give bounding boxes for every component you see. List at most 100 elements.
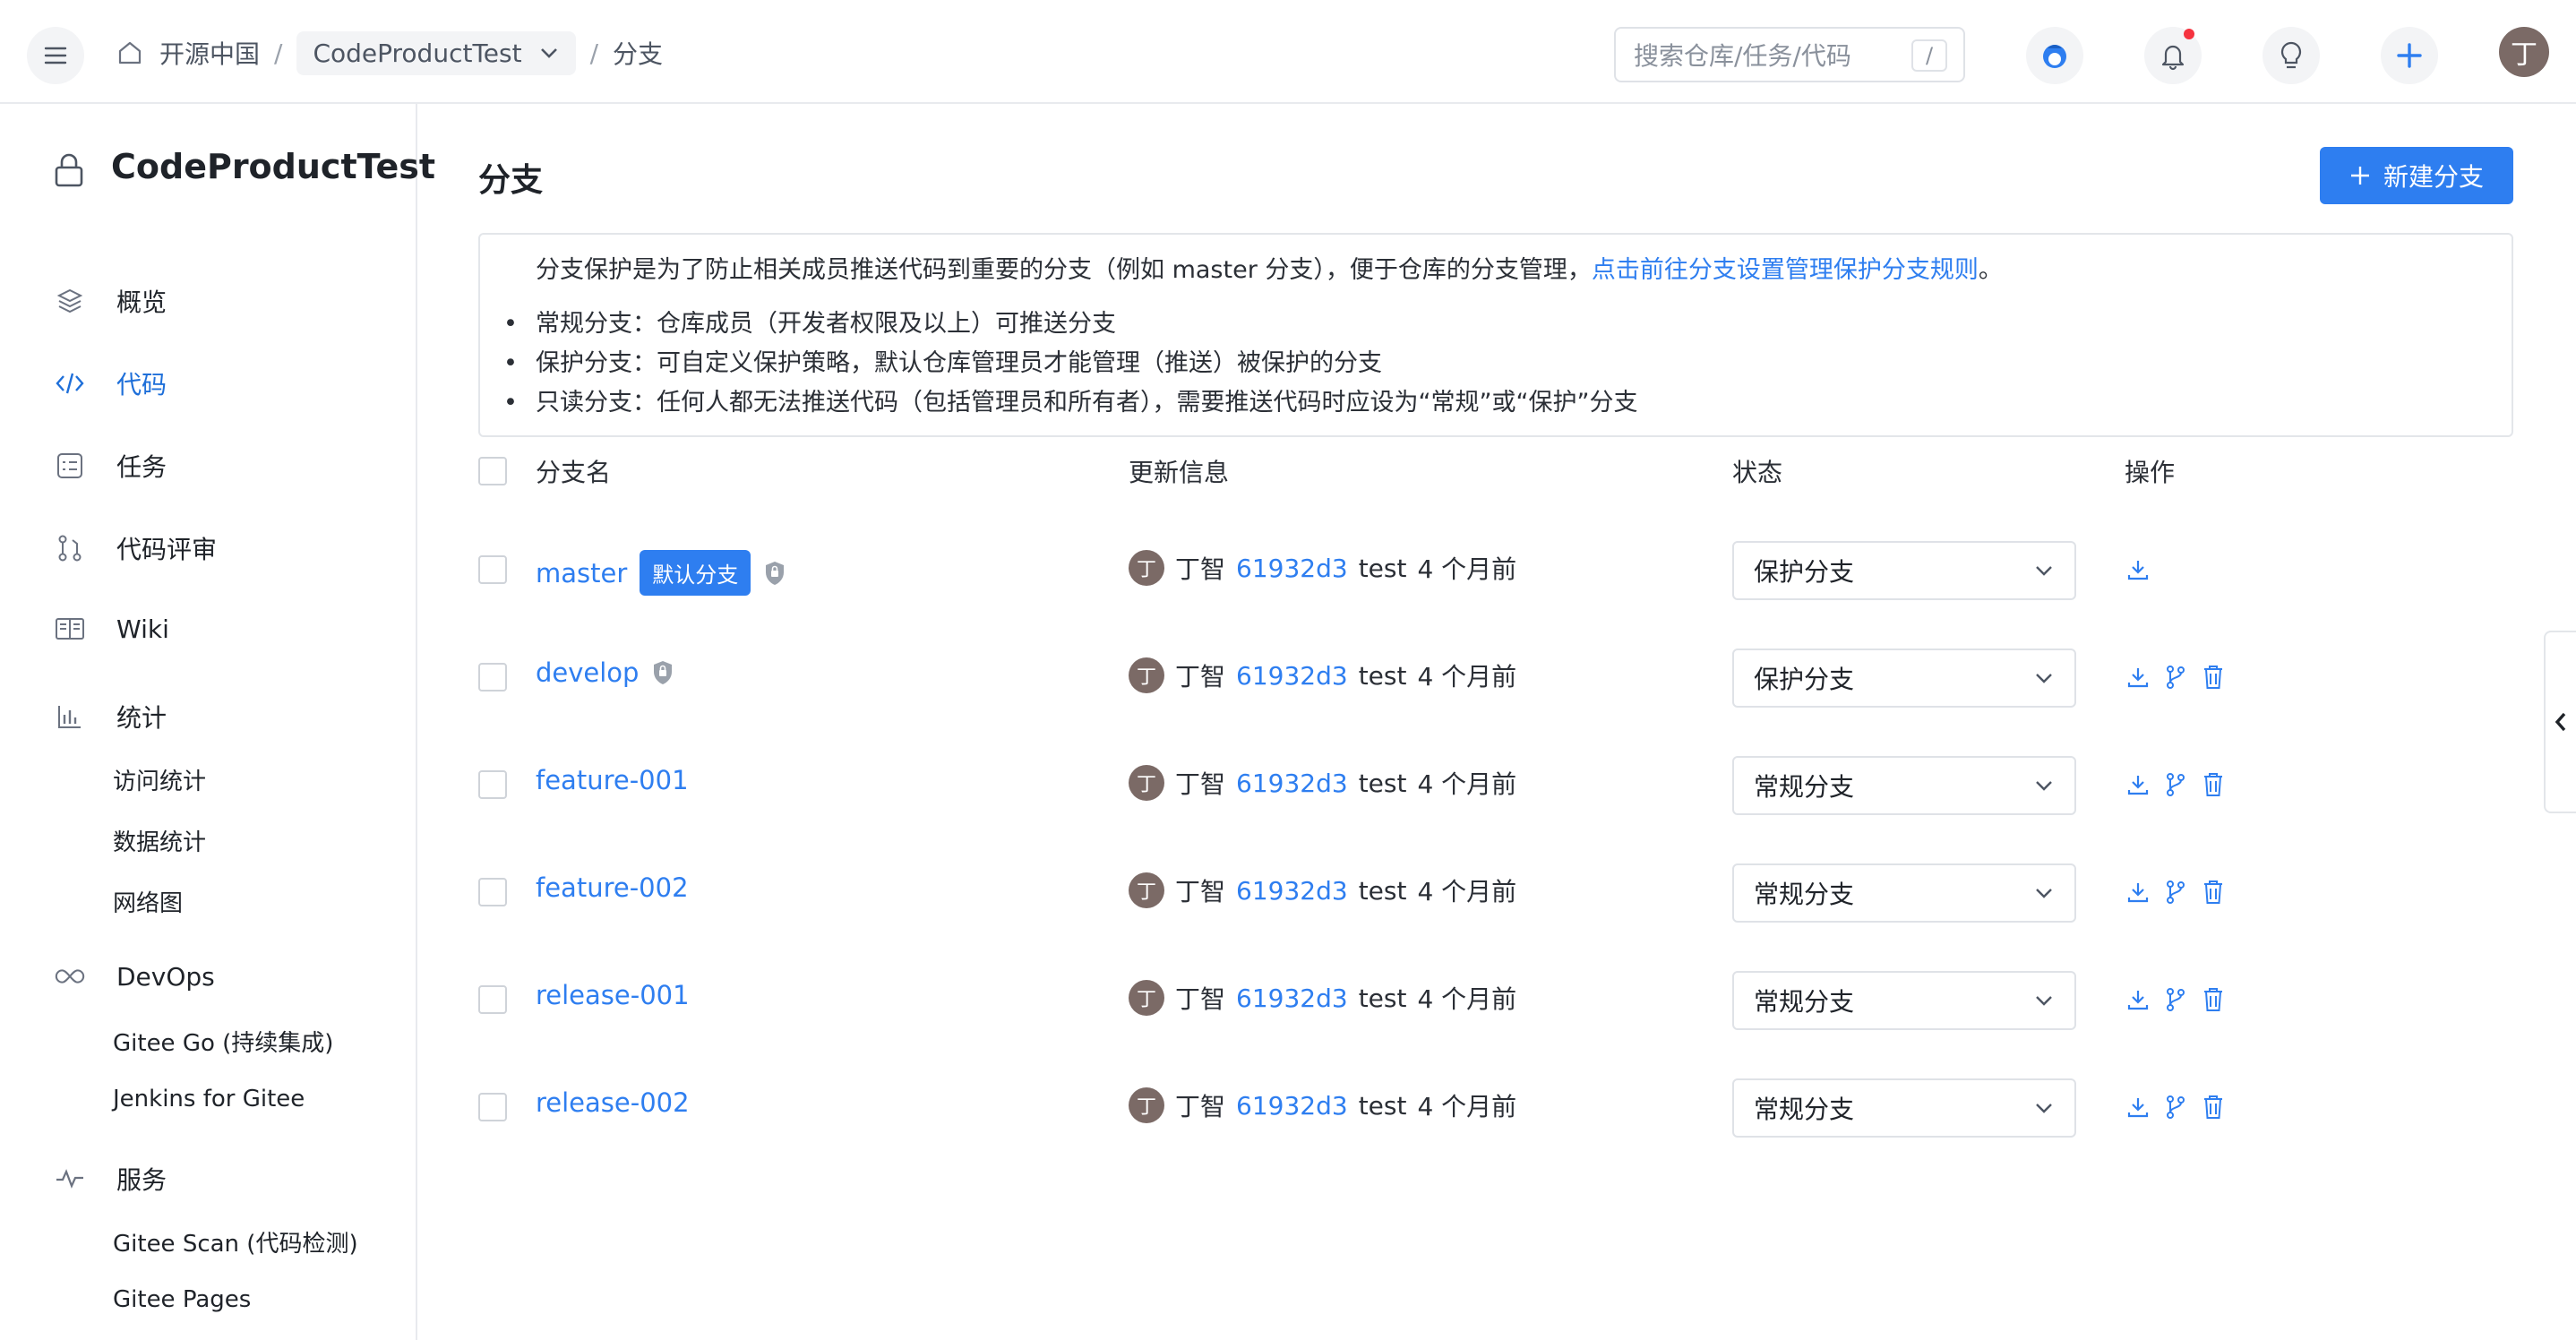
breadcrumb-repo-dropdown[interactable]: CodeProductTest [296, 30, 576, 75]
sidebar-item-code[interactable]: 代码 [54, 365, 167, 401]
branch-compare-icon[interactable] [2162, 663, 2189, 691]
commit-hash-link[interactable]: 61932d3 [1236, 876, 1348, 906]
sidebar-sub-visit-stats[interactable]: 访问统计 [113, 763, 206, 796]
update-info-cell: 丁丁智 61932d3 test 4 个月前 [1129, 1087, 1516, 1123]
lock-icon [54, 152, 84, 190]
download-icon[interactable] [2125, 770, 2151, 799]
delete-icon[interactable] [2200, 770, 2227, 799]
chevron-down-icon [2033, 993, 2055, 1008]
branch-name-link[interactable]: release-001 [536, 980, 690, 1010]
bell-icon[interactable] [2144, 27, 2202, 84]
gitee-assistant-icon[interactable] [2026, 27, 2083, 84]
row-actions [2125, 985, 2227, 1014]
branch-name-link[interactable]: master [536, 558, 627, 588]
row-checkbox[interactable] [478, 770, 507, 799]
user-avatar[interactable]: 丁 [2499, 27, 2549, 77]
new-branch-button[interactable]: 新建分支 [2320, 147, 2513, 204]
repo-name[interactable]: CodeProductTest [111, 143, 435, 190]
sidebar-sub-data-stats[interactable]: 数据统计 [113, 824, 206, 857]
commit-hash-link[interactable]: 61932d3 [1236, 554, 1348, 583]
commit-time: 4 个月前 [1417, 1092, 1517, 1121]
update-info-cell: 丁丁智 61932d3 test 4 个月前 [1129, 872, 1516, 908]
sidebar-sub-gitee-pages[interactable]: Gitee Pages [113, 1286, 251, 1313]
branch-status-select[interactable]: 常规分支 [1732, 863, 2076, 923]
notice-text: 分支保护是为了防止相关成员推送代码到重要的分支（例如 master 分支），便于… [536, 253, 2456, 288]
download-icon[interactable] [2125, 663, 2151, 691]
sidebar-sub-gitee-go[interactable]: Gitee Go (持续集成) [113, 1025, 333, 1058]
commit-hash-link[interactable]: 61932d3 [1236, 661, 1348, 691]
branch-name-cell: release-002 [536, 1087, 690, 1118]
commit-hash-link[interactable]: 61932d3 [1236, 984, 1348, 1013]
delete-icon[interactable] [2200, 878, 2227, 906]
notice-bullet: 常规分支：仓库成员（开发者权限及以上）可推送分支 [503, 305, 2456, 344]
update-info-cell: 丁丁智 61932d3 test 4 个月前 [1129, 657, 1516, 693]
sidebar-sub-gitee-scan[interactable]: Gitee Scan (代码检测) [113, 1225, 358, 1258]
sidebar-item-wiki[interactable]: Wiki [54, 613, 169, 645]
sidebar-sub-network[interactable]: 网络图 [113, 885, 183, 918]
branch-status-select[interactable]: 常规分支 [1732, 756, 2076, 815]
search-input[interactable]: 搜索仓库/任务/代码 / [1614, 27, 1965, 82]
row-checkbox[interactable] [478, 555, 507, 584]
commit-message: test [1358, 768, 1407, 798]
search-placeholder: 搜索仓库/任务/代码 [1634, 41, 1851, 71]
branch-compare-icon[interactable] [2162, 985, 2189, 1014]
branch-compare-icon[interactable] [2162, 878, 2189, 906]
author-avatar: 丁 [1129, 872, 1164, 908]
plus-icon[interactable] [2381, 27, 2438, 84]
commit-hash-link[interactable]: 61932d3 [1236, 1091, 1348, 1121]
branch-status-select[interactable]: 保护分支 [1732, 541, 2076, 600]
chevron-down-icon [2033, 563, 2055, 578]
table-row: feature-002 丁丁智 61932d3 test 4 个月前 常规分支 [478, 838, 2513, 946]
collapse-panel-button[interactable] [2544, 631, 2576, 813]
delete-icon[interactable] [2200, 985, 2227, 1014]
row-checkbox[interactable] [478, 1093, 507, 1121]
author-avatar: 丁 [1129, 657, 1164, 693]
chevron-down-icon [2033, 1101, 2055, 1115]
sidebar-item-tasks[interactable]: 任务 [54, 448, 167, 484]
row-actions [2125, 878, 2227, 906]
branch-name-link[interactable]: feature-001 [536, 765, 689, 795]
branch-name-link[interactable]: feature-002 [536, 872, 689, 903]
download-icon[interactable] [2125, 878, 2151, 906]
sidebar-item-code-review[interactable]: 代码评审 [54, 530, 217, 566]
home-icon[interactable] [116, 39, 143, 66]
lightbulb-icon[interactable] [2263, 27, 2320, 84]
sidebar-item-stats[interactable]: 统计 [54, 699, 167, 734]
delete-icon[interactable] [2200, 663, 2227, 691]
sidebar: CodeProductTest 概览 代码 任务 代码评审 Wiki 统计 访问… [0, 104, 435, 1340]
row-checkbox[interactable] [478, 985, 507, 1014]
sidebar-item-overview[interactable]: 概览 [54, 283, 167, 319]
download-icon[interactable] [2125, 555, 2151, 584]
branch-compare-icon[interactable] [2162, 770, 2189, 799]
page-title: 分支 [478, 162, 544, 199]
sidebar-sub-jenkins[interactable]: Jenkins for Gitee [113, 1086, 305, 1112]
sidebar-item-services[interactable]: 服务 [54, 1161, 167, 1197]
branch-name-link[interactable]: release-002 [536, 1087, 690, 1118]
column-update-info: 更新信息 [1129, 458, 1230, 487]
row-checkbox[interactable] [478, 663, 507, 691]
status-value: 常规分支 [1754, 772, 1855, 802]
menu-icon[interactable] [27, 27, 84, 84]
pulse-icon [54, 1163, 86, 1195]
delete-icon[interactable] [2200, 1093, 2227, 1121]
layers-icon [54, 285, 86, 317]
row-checkbox[interactable] [478, 878, 507, 906]
branch-protection-notice: 分支保护是为了防止相关成员推送代码到重要的分支（例如 master 分支），便于… [478, 233, 2513, 437]
branch-status-select[interactable]: 保护分支 [1732, 649, 2076, 708]
download-icon[interactable] [2125, 985, 2151, 1014]
download-icon[interactable] [2125, 1093, 2151, 1121]
commit-hash-link[interactable]: 61932d3 [1236, 769, 1348, 798]
sidebar-item-devops[interactable]: DevOps [54, 960, 215, 992]
breadcrumb-home[interactable]: 开源中国 [159, 35, 260, 71]
branch-compare-icon[interactable] [2162, 1093, 2189, 1121]
update-info-cell: 丁丁智 61932d3 test 4 个月前 [1129, 550, 1516, 586]
protection-rules-link[interactable]: 点击前往分支设置管理保护分支规则 [1592, 256, 1979, 284]
branch-name-link[interactable]: develop [536, 657, 639, 688]
table-row: develop 丁丁智 61932d3 test 4 个月前 保护分支 [478, 623, 2513, 731]
branch-status-select[interactable]: 常规分支 [1732, 1078, 2076, 1138]
branch-status-select[interactable]: 常规分支 [1732, 971, 2076, 1030]
select-all-checkbox[interactable] [478, 457, 507, 485]
protected-shield-icon [651, 659, 674, 686]
task-icon [54, 450, 86, 482]
breadcrumb-repo: CodeProductTest [313, 38, 522, 68]
